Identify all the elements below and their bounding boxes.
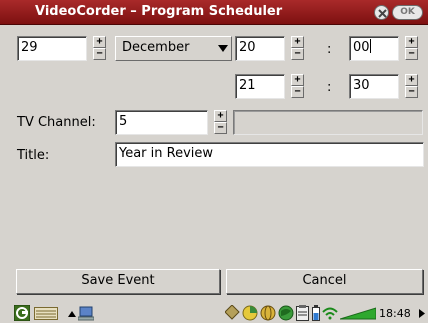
text-caret (369, 39, 371, 53)
month-value: December (122, 40, 190, 55)
globe-icon[interactable] (260, 305, 276, 321)
end-minute-field[interactable]: 30 (349, 74, 399, 99)
end-hour-field[interactable]: 21 (235, 74, 285, 99)
month-dropdown[interactable]: December (115, 36, 232, 61)
arrow-right-icon[interactable] (419, 309, 425, 318)
tv-channel-label: TV Channel: (17, 115, 96, 130)
close-button[interactable] (374, 5, 389, 20)
window-title: VideoCorder – Program Scheduler (35, 4, 283, 19)
close-icon (378, 9, 387, 18)
start-hour-decrement-button[interactable]: − (291, 48, 304, 60)
day-spinner[interactable]: + − (93, 36, 106, 61)
computer-icon[interactable] (78, 306, 94, 321)
taskbar: 18:48 (0, 302, 428, 323)
chevron-down-icon (218, 45, 228, 52)
tv-channel-spinner[interactable]: + − (214, 110, 227, 135)
volume-icon[interactable] (340, 306, 376, 320)
time-separator: : (327, 80, 332, 95)
time-separator: : (327, 42, 332, 57)
app-launcher-icon[interactable] (14, 305, 30, 321)
channel-name-field (233, 110, 423, 135)
ok-button[interactable]: OK (392, 5, 423, 20)
globe-network-icon[interactable] (278, 305, 294, 321)
pie-icon[interactable] (242, 305, 258, 321)
arrow-up-icon[interactable] (68, 311, 76, 317)
end-hour-spinner[interactable]: + − (291, 74, 304, 99)
start-hour-increment-button[interactable]: + (291, 36, 304, 48)
title-bar: VideoCorder – Program Scheduler OK (0, 0, 428, 25)
day-decrement-button[interactable]: − (93, 48, 106, 60)
wifi-icon[interactable] (322, 306, 338, 320)
tv-channel-field[interactable]: 5 (115, 110, 208, 135)
start-hour-spinner[interactable]: + − (291, 36, 304, 61)
taskbar-clock[interactable]: 18:48 (379, 307, 411, 320)
end-minute-decrement-button[interactable]: − (405, 86, 418, 98)
start-minute-value: 00 (353, 40, 370, 55)
end-minute-spinner[interactable]: + − (405, 74, 418, 99)
end-minute-increment-button[interactable]: + (405, 74, 418, 86)
start-minute-decrement-button[interactable]: − (405, 48, 418, 60)
clipboard-icon[interactable] (296, 305, 309, 321)
save-event-button[interactable]: Save Event (16, 269, 220, 294)
end-hour-increment-button[interactable]: + (291, 74, 304, 86)
start-minute-field[interactable]: 00 (349, 36, 399, 61)
day-increment-button[interactable]: + (93, 36, 106, 48)
end-hour-decrement-button[interactable]: − (291, 86, 304, 98)
start-minute-increment-button[interactable]: + (405, 36, 418, 48)
day-field[interactable]: 29 (17, 36, 87, 61)
title-label: Title: (17, 148, 50, 163)
start-minute-spinner[interactable]: + − (405, 36, 418, 61)
keyboard-icon[interactable] (34, 307, 58, 320)
battery-icon[interactable] (312, 305, 320, 321)
channel-decrement-button[interactable]: − (214, 122, 227, 134)
channel-increment-button[interactable]: + (214, 110, 227, 122)
title-field[interactable]: Year in Review (115, 142, 424, 167)
start-hour-field[interactable]: 20 (235, 36, 285, 61)
cancel-button[interactable]: Cancel (226, 269, 423, 294)
tools-icon[interactable] (225, 305, 240, 320)
